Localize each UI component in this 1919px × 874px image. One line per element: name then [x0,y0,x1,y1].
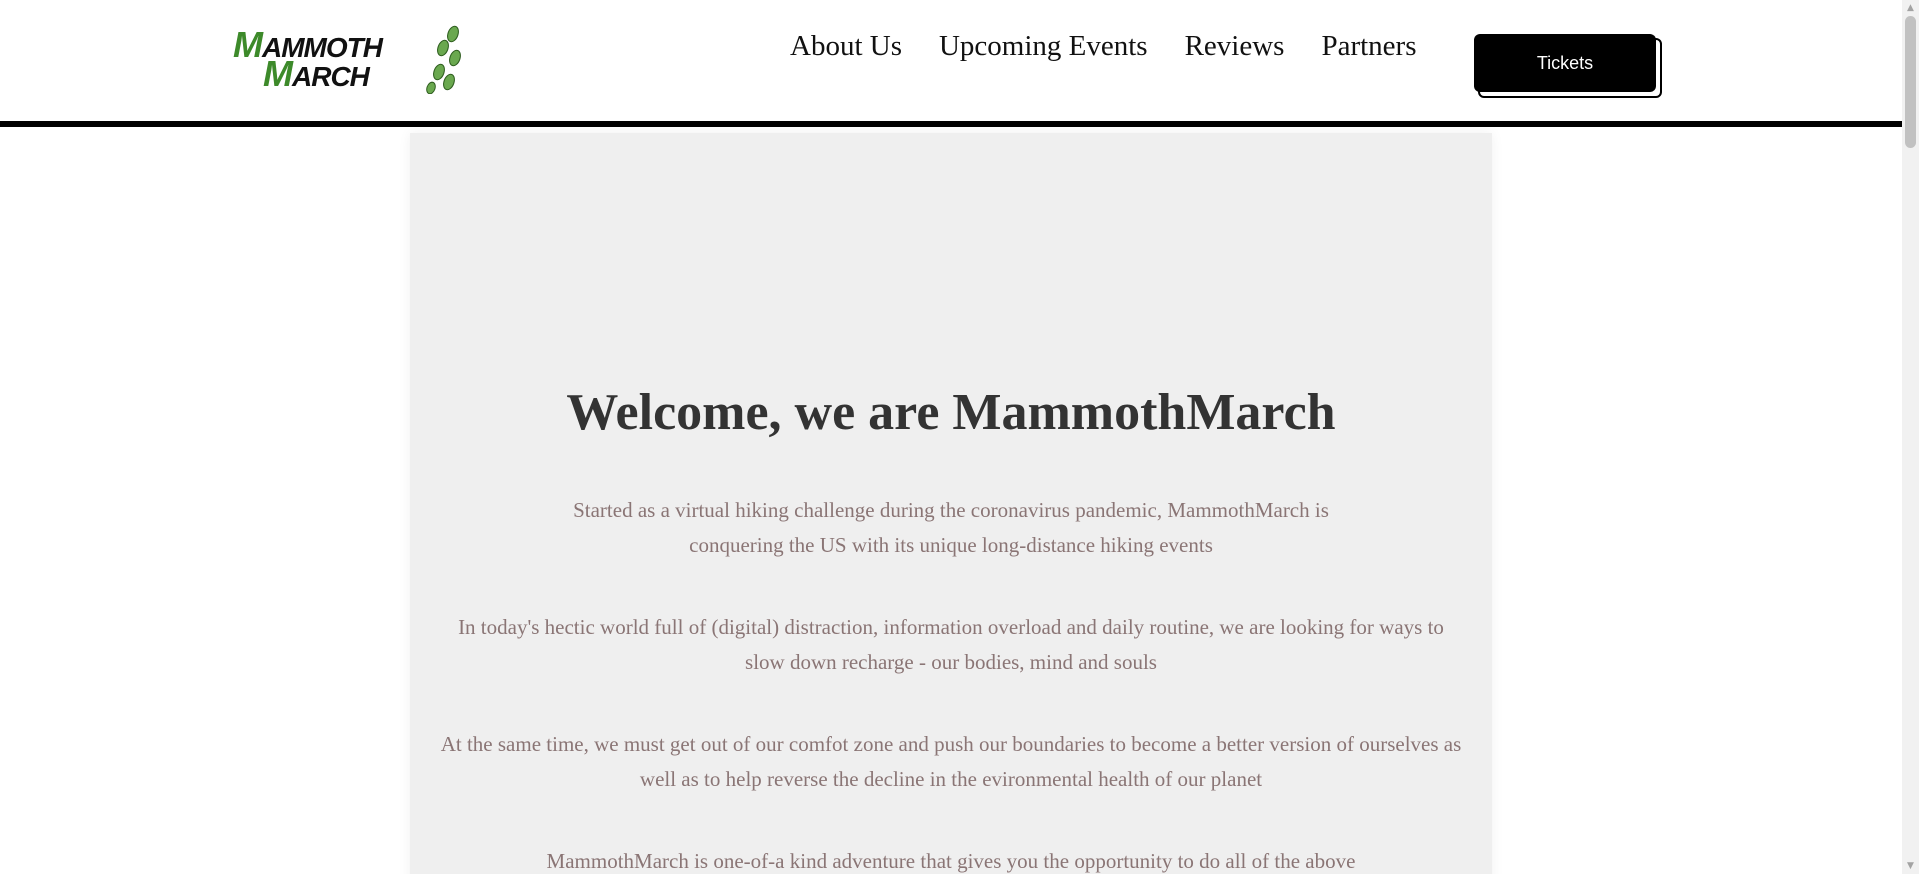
intro-paragraph-2: In today's hectic world full of (digital… [458,615,1444,674]
logo-line-1: MAMMOTH [233,27,383,63]
footprints-icon [426,25,461,94]
tickets-button[interactable]: Tickets [1474,34,1656,92]
logo-initial-2: M [263,53,293,94]
page-title: Welcome, we are MammothMarch [566,384,1336,441]
scroll-down-arrow-icon[interactable]: ▼ [1902,858,1919,874]
nav-about-us[interactable]: About Us [790,30,902,63]
mammothmarch-logo[interactable]: MAMMOTH MARCH [233,24,473,94]
tickets-button-wrapper: Tickets [1474,34,1662,98]
logo-line-2: MARCH [233,56,382,92]
nav-reviews[interactable]: Reviews [1185,30,1285,63]
site-header: MAMMOTH MARCH About Us Upcoming Events R… [0,0,1902,127]
welcome-section: Welcome, we are MammothMarch Started as … [410,133,1492,874]
nav-partners[interactable]: Partners [1321,30,1416,63]
logo-wordmark: MAMMOTH MARCH [233,27,383,92]
scroll-up-arrow-icon[interactable]: ▲ [1902,0,1919,16]
nav-upcoming-events[interactable]: Upcoming Events [939,30,1148,63]
logo-rest-2: ARCH [292,61,370,92]
logo-initial-1: M [233,24,263,65]
intro-paragraph-1: Started as a virtual hiking challenge du… [573,498,1329,557]
vertical-scrollbar[interactable]: ▲ ▼ [1902,0,1919,874]
page: MAMMOTH MARCH About Us Upcoming Events R… [0,0,1919,874]
main-nav: About Us Upcoming Events Reviews Partner… [790,30,1417,63]
scroll-thumb[interactable] [1905,16,1916,148]
intro-paragraph-4: MammothMarch is one-of-a kind adventure … [546,849,1356,873]
intro-paragraph-3: At the same time, we must get out of our… [440,732,1462,791]
